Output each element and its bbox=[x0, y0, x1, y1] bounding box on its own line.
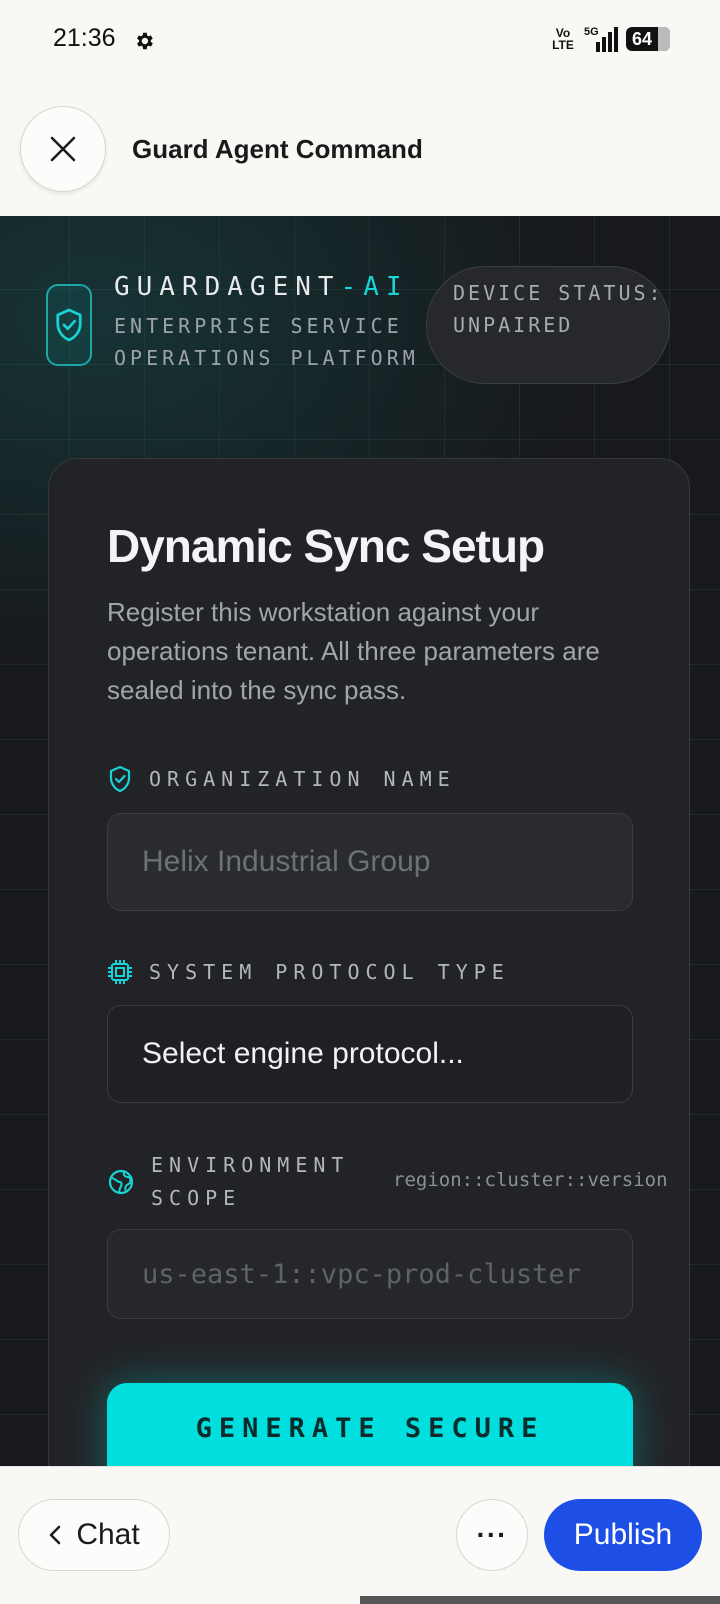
home-indicator bbox=[360, 1596, 720, 1604]
shield-logo bbox=[46, 284, 92, 366]
device-status-badge: DEVICE STATUS: UNPAIRED bbox=[426, 266, 670, 384]
protocol-type-label: SYSTEM PROTOCOL TYPE bbox=[107, 959, 510, 985]
bottom-action-bar: Chat ··· Publish bbox=[0, 1466, 720, 1604]
cpu-chip-icon bbox=[108, 960, 132, 984]
close-icon bbox=[50, 136, 76, 162]
generate-secure-button[interactable]: GENERATE SECURE bbox=[107, 1383, 633, 1466]
chat-button[interactable]: Chat bbox=[18, 1499, 170, 1571]
sync-setup-card: Dynamic Sync Setup Register this worksta… bbox=[48, 458, 690, 1466]
close-button[interactable] bbox=[20, 106, 106, 192]
settings-gear-icon bbox=[133, 30, 157, 54]
shield-check-icon bbox=[109, 765, 131, 793]
page-title: Guard Agent Command bbox=[132, 134, 423, 164]
environment-scope-input[interactable]: us-east-1::vpc-prod-cluster bbox=[107, 1229, 633, 1319]
card-description: Register this workstation against your o… bbox=[107, 597, 600, 705]
battery-level: 64 bbox=[632, 29, 653, 49]
chevron-left-icon bbox=[50, 1525, 61, 1545]
protocol-type-select[interactable]: Select engine protocol... bbox=[107, 1005, 633, 1103]
signal-icon: 5G bbox=[584, 26, 618, 52]
battery-icon: 64 bbox=[626, 27, 670, 51]
volte-icon: Vo LTE bbox=[552, 26, 574, 52]
chat-button-label: Chat bbox=[76, 1518, 140, 1551]
shield-check-icon bbox=[56, 308, 82, 342]
brand-name: GUARDAGENT-AI bbox=[114, 272, 409, 302]
more-icon: ··· bbox=[476, 1519, 508, 1550]
app-header: Guard Agent Command bbox=[0, 82, 720, 216]
organization-name-label: ORGANIZATION NAME bbox=[107, 765, 456, 793]
globe-icon bbox=[108, 1169, 134, 1195]
status-time: 21:36 bbox=[53, 24, 116, 52]
brand-subtitle: ENTERPRISE SERVICE OPERATIONS PLATFORM bbox=[114, 314, 419, 370]
card-title: Dynamic Sync Setup bbox=[107, 520, 545, 572]
more-options-button[interactable]: ··· bbox=[456, 1499, 528, 1571]
environment-scope-label: ENVIRONMENT SCOPE bbox=[107, 1149, 351, 1215]
publish-button[interactable]: Publish bbox=[544, 1499, 702, 1571]
environment-scope-hint: region::cluster::version bbox=[393, 1169, 668, 1191]
status-indicators: Vo LTE 5G 64 bbox=[550, 26, 670, 52]
web-preview: GUARDAGENT-AI ENTERPRISE SERVICE OPERATI… bbox=[0, 216, 720, 1466]
status-bar: 21:36 Vo LTE 5G 64 bbox=[0, 0, 720, 82]
organization-name-input[interactable]: Helix Industrial Group bbox=[107, 813, 633, 911]
